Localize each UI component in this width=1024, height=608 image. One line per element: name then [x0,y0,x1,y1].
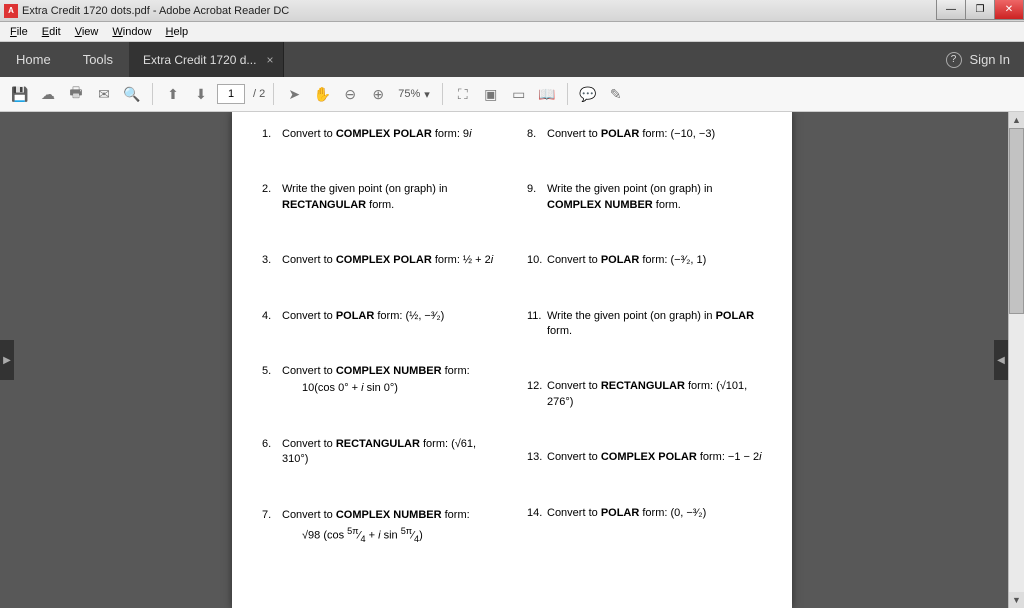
signin-button[interactable]: Sign In [970,52,1010,67]
problem: 5.Convert to COMPLEX NUMBER form:10(cos … [262,364,497,397]
problems-right-column: 8.Convert to POLAR form: (−10, −3)9.Writ… [527,127,762,586]
separator [273,83,274,105]
problem: 7.Convert to COMPLEX NUMBER form:√98 (co… [262,508,497,546]
tab-home[interactable]: Home [0,42,67,77]
search-icon[interactable]: 🔍 [120,82,144,106]
problem-text: Convert to COMPLEX POLAR form: ½ + 2i [282,253,493,268]
problem: 9.Write the given point (on graph) in CO… [527,182,762,213]
problem-number: 3. [262,253,282,268]
problem-text: Convert to POLAR form: (½, −³⁄₂) [282,309,444,324]
problem-text: Convert to RECTANGULAR form: (√61, 310°) [282,437,497,468]
problem-number: 13. [527,450,547,465]
problem-text: Convert to COMPLEX POLAR form: 9i [282,127,472,142]
problem-text: Convert to COMPLEX NUMBER form:10(cos 0°… [282,364,470,397]
separator [567,83,568,105]
pdf-icon: A [4,4,18,18]
menu-edit[interactable]: Edit [36,24,67,40]
problem: 13.Convert to COMPLEX POLAR form: −1 − 2… [527,450,762,465]
hand-icon[interactable]: ✋ [310,82,334,106]
problem-number: 6. [262,437,282,468]
problem-text: Write the given point (on graph) in RECT… [282,182,497,213]
fit-page-icon[interactable]: ▣ [479,82,503,106]
problem-text: Write the given point (on graph) in COMP… [547,182,762,213]
view-mode-icon[interactable]: ▭ [507,82,531,106]
problem-number: 11. [527,309,547,340]
problem: 3.Convert to COMPLEX POLAR form: ½ + 2i [262,253,497,268]
pdf-page: 1.Convert to COMPLEX POLAR form: 9i2.Wri… [232,112,792,608]
toolbar: 💾 ☁ 🖶 ✉ 🔍 ⬆ ⬇ / 2 ➤ ✋ ⊖ ⊕ 75% ▾ ⛶ ▣ ▭ 📖 … [0,77,1024,112]
page-number-input[interactable] [217,84,245,104]
problem: 8.Convert to POLAR form: (−10, −3) [527,127,762,142]
fit-width-icon[interactable]: ⛶ [451,82,475,106]
document-viewer: ▶ ◀ 1.Convert to COMPLEX POLAR form: 9i 2… [0,112,1024,608]
problem: 6.Convert to RECTANGULAR form: (√61, 310… [262,437,497,468]
problem-number: 4. [262,309,282,324]
read-mode-icon[interactable]: 📖 [535,82,559,106]
menu-window[interactable]: Window [106,24,157,40]
problem-text: Convert to POLAR form: (−³⁄₂, 1) [547,253,706,268]
email-icon[interactable]: ✉ [92,82,116,106]
comment-icon[interactable]: 💬 [576,82,600,106]
problem: 4.Convert to POLAR form: (½, −³⁄₂) [262,309,497,324]
problem: 10.Convert to POLAR form: (−³⁄₂, 1) [527,253,762,268]
window-title: Extra Credit 1720 dots.pdf - Adobe Acrob… [22,5,289,17]
titlebar: A Extra Credit 1720 dots.pdf - Adobe Acr… [0,0,1024,22]
panel-right-arrow-icon[interactable]: ◀ [994,340,1008,380]
problem-number: 9. [527,182,547,213]
minimize-button[interactable]: — [936,0,966,20]
save-icon[interactable]: 💾 [8,82,32,106]
problem-number: 5. [262,364,282,397]
page-total: / 2 [253,88,265,100]
menu-help[interactable]: Help [160,24,195,40]
problem: 14.Convert to POLAR form: (0, −³⁄₂) [527,506,762,521]
problem-text: Convert to COMPLEX POLAR form: −1 − 2i [547,450,762,465]
page-down-icon[interactable]: ⬇ [189,82,213,106]
help-icon[interactable]: ? [946,52,962,68]
menu-view[interactable]: View [69,24,105,40]
scrollbar-thumb[interactable] [1009,128,1024,314]
scroll-up-icon[interactable]: ▲ [1009,112,1024,128]
problem-number: 14. [527,506,547,521]
tab-document[interactable]: Extra Credit 1720 d... × [129,42,284,77]
separator [442,83,443,105]
problems-left-column: 1.Convert to COMPLEX POLAR form: 9i 2.Wri… [262,127,497,586]
chevron-down-icon: ▾ [424,88,430,101]
zoom-level[interactable]: 75% ▾ [394,88,434,101]
cloud-icon[interactable]: ☁ [36,82,60,106]
menubar: File Edit View Window Help [0,22,1024,42]
maximize-button[interactable]: ❐ [965,0,995,20]
tabbar: Home Tools Extra Credit 1720 d... × ? Si… [0,42,1024,77]
scroll-down-icon[interactable]: ▼ [1009,592,1024,608]
problem: 1.Convert to COMPLEX POLAR form: 9i [262,127,497,142]
problem-text: Write the given point (on graph) in POLA… [547,309,762,340]
selection-icon[interactable]: ➤ [282,82,306,106]
tab-tools[interactable]: Tools [67,42,129,77]
tab-close-icon[interactable]: × [266,53,273,67]
problem-number: 1. [262,127,282,142]
panel-left-arrow-icon[interactable]: ▶ [0,340,14,380]
problem: 11.Write the given point (on graph) in P… [527,309,762,340]
problem-text: Convert to COMPLEX NUMBER form:√98 (cos … [282,508,470,546]
page-up-icon[interactable]: ⬆ [161,82,185,106]
vertical-scrollbar[interactable]: ▲ ▼ [1008,112,1024,608]
problem: 2.Write the given point (on graph) in RE… [262,182,497,213]
print-icon[interactable]: 🖶 [64,82,88,106]
separator [152,83,153,105]
zoom-out-icon[interactable]: ⊖ [338,82,362,106]
sign-icon[interactable]: ✎ [604,82,628,106]
problem-number: 7. [262,508,282,546]
problem-number: 2. [262,182,282,213]
problem-text: Convert to POLAR form: (−10, −3) [547,127,715,142]
close-button[interactable]: ✕ [994,0,1024,20]
zoom-in-icon[interactable]: ⊕ [366,82,390,106]
problem-text: Convert to POLAR form: (0, −³⁄₂) [547,506,706,521]
problem-number: 12. [527,379,547,410]
problem-number: 10. [527,253,547,268]
tab-document-label: Extra Credit 1720 d... [143,53,256,67]
problem-number: 8. [527,127,547,142]
problem-text: Convert to RECTANGULAR form: (√101, 276°… [547,379,762,410]
problem: 12.Convert to RECTANGULAR form: (√101, 2… [527,379,762,410]
menu-file[interactable]: File [4,24,34,40]
